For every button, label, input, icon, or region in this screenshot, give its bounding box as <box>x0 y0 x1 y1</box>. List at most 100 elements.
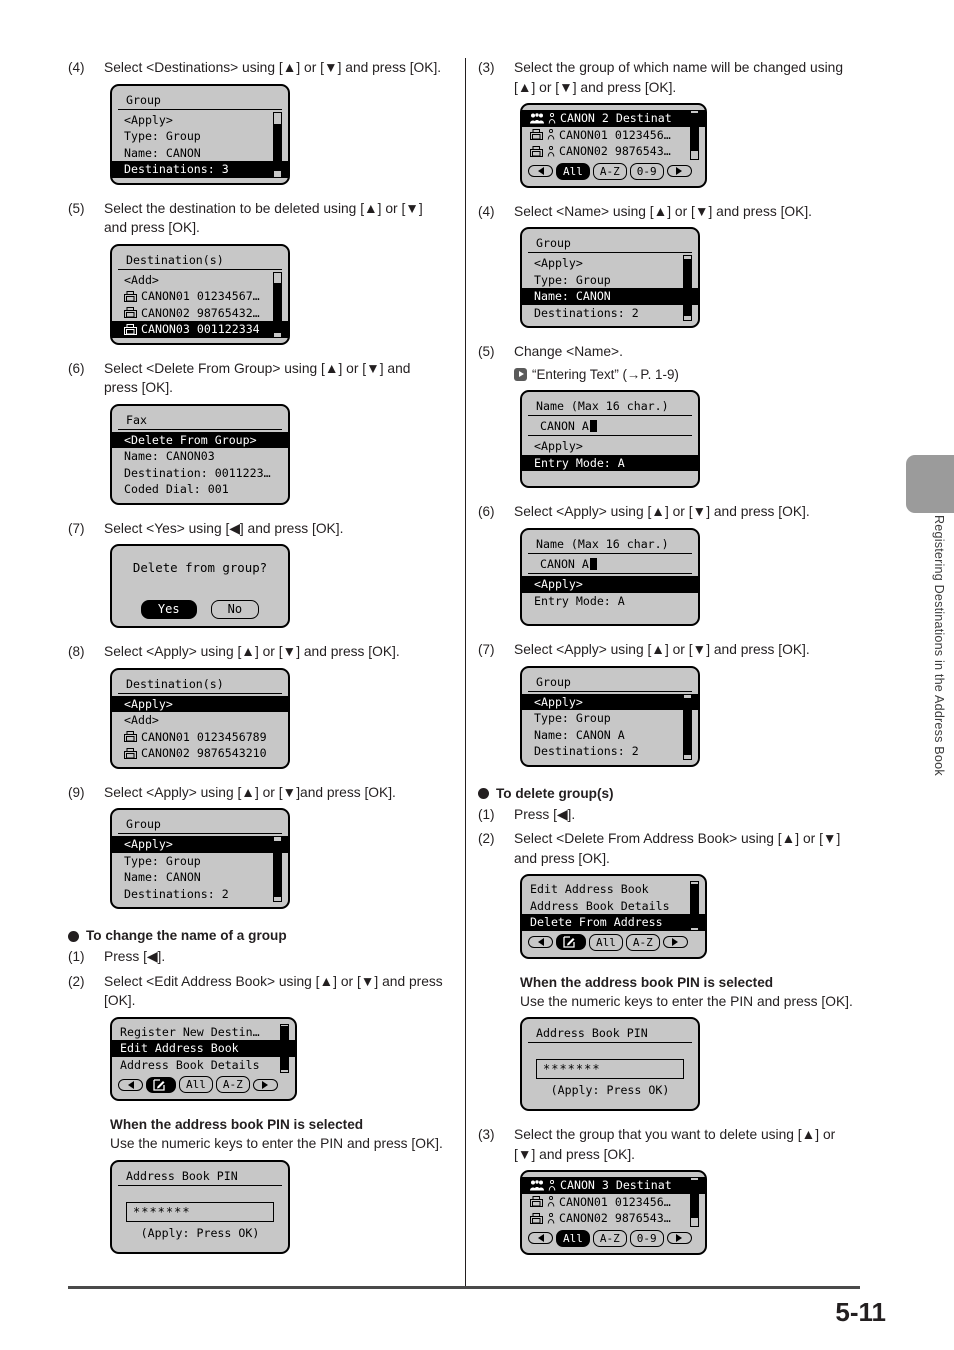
lcd-menu-item[interactable]: Destinations: 2 <box>522 743 698 760</box>
lcd-scrollbar-thumb[interactable] <box>274 282 281 333</box>
lcd-scrollbar[interactable] <box>273 271 282 338</box>
lcd-menu-item[interactable]: CANON03 001122334 <box>112 321 288 338</box>
lcd-scrollbar[interactable] <box>273 836 282 902</box>
softkey-a-z[interactable]: A-Z <box>625 933 660 951</box>
lcd-menu-item[interactable]: CANON02 98765432… <box>112 305 288 322</box>
lcd-screen: Destination(s) <Add> CANON01 01234567… CANO… <box>110 243 290 345</box>
softkey-a-z[interactable]: A-Z <box>592 162 627 180</box>
lcd-menu-item[interactable]: CANON02 9876543210 <box>112 745 288 762</box>
softkey-all[interactable]: All <box>179 1076 213 1093</box>
softkey-left-arrow-icon[interactable] <box>528 1232 553 1244</box>
lcd-menu-item[interactable]: Delete From Address <box>522 914 705 931</box>
lcd-scrollbar-thumb[interactable] <box>281 1026 288 1071</box>
lcd-scrollbar-thumb[interactable] <box>691 883 698 928</box>
lcd-menu-item[interactable]: <Add> <box>112 712 288 729</box>
lcd-title: Name (Max 16 char.) <box>528 398 692 416</box>
step-number: (6) <box>68 360 85 376</box>
lcd-menu-item[interactable]: <Apply> <box>112 112 288 129</box>
pin-input[interactable]: ******* <box>126 1201 274 1222</box>
lcd-menu-item[interactable]: <Delete From Group> <box>112 431 288 448</box>
softkey-left-arrow-icon[interactable] <box>528 165 553 177</box>
lcd-menu-item[interactable]: Destinations: 3 <box>112 161 288 178</box>
lcd-menu-item[interactable]: Type: Group <box>522 272 698 289</box>
lcd-menu-item[interactable]: Entry Mode: A <box>522 593 698 610</box>
lcd-menu-item-label: <Apply> <box>534 439 583 453</box>
softkey-edit-icon[interactable] <box>146 1076 176 1093</box>
softkey-left-arrow-icon[interactable] <box>528 936 553 948</box>
pin-input[interactable]: ******* <box>536 1059 684 1079</box>
lcd-scrollbar-thumb[interactable] <box>691 1179 698 1218</box>
lcd-menu-item[interactable]: CANON01 01234567… <box>112 288 288 305</box>
lcd-menu-item[interactable]: Name: CANON A <box>522 727 698 744</box>
lcd-menu-item[interactable]: <Apply> <box>522 255 698 272</box>
lcd-scrollbar-thumb[interactable] <box>274 840 281 898</box>
lcd-menu-item[interactable]: Name: CANON <box>112 869 288 886</box>
softkey-all[interactable]: All <box>589 933 623 951</box>
lcd-menu-item[interactable]: <Apply> <box>112 695 288 712</box>
person-icon <box>548 112 556 124</box>
softkey-all[interactable]: All <box>556 162 590 180</box>
lcd-menu-item[interactable]: Type: Group <box>112 853 288 870</box>
dialog-button-yes[interactable]: Yes <box>140 600 197 619</box>
cross-reference[interactable]: “Entering Text” (→P. 1-9) <box>514 365 856 384</box>
lcd-title: Group <box>118 92 282 110</box>
softkey-all[interactable]: All <box>556 1229 590 1247</box>
lcd-scrollbar[interactable] <box>683 255 692 321</box>
lcd-menu-item[interactable]: Name: CANON <box>522 288 698 305</box>
left-step: (7) Select <Yes> using [◀] and press [OK]… <box>68 519 446 539</box>
lcd-scrollbar-thumb[interactable] <box>684 258 691 317</box>
lcd-menu-item[interactable]: Register New Destin… <box>112 1024 295 1041</box>
lcd-menu-item[interactable]: Edit Address Book <box>522 881 705 898</box>
softkey-right-arrow-icon[interactable] <box>666 165 692 177</box>
dialog-button-no[interactable]: No <box>210 600 260 619</box>
step-text: Change <Name>. <box>514 344 623 359</box>
lcd-scrollbar-thumb[interactable] <box>274 124 281 172</box>
lcd-scrollbar[interactable] <box>690 881 699 931</box>
softkey-right-arrow-icon[interactable] <box>252 1078 278 1091</box>
lcd-menu-item[interactable]: <Add> <box>112 272 288 289</box>
lcd-menu-item[interactable]: CANON 3 Destinat <box>522 1177 705 1194</box>
text-entry-value[interactable]: CANON A <box>528 556 692 574</box>
lcd-scrollbar-thumb[interactable] <box>691 112 698 151</box>
lcd-menu-item[interactable]: Type: Group <box>522 710 698 727</box>
lcd-scrollbar[interactable] <box>690 1177 699 1227</box>
lcd-scrollbar[interactable] <box>280 1023 289 1073</box>
softkey-a-z[interactable]: A-Z <box>215 1076 250 1093</box>
lcd-menu-item[interactable]: Edit Address Book <box>112 1040 295 1057</box>
lcd-menu-item[interactable]: Entry Mode: A <box>522 454 698 471</box>
lcd-menu-item[interactable]: <Apply> <box>522 693 698 710</box>
lcd-menu-item[interactable]: <Apply> <box>112 836 288 853</box>
softkey-a-z[interactable]: A-Z <box>592 1229 627 1247</box>
text-entry-value[interactable]: CANON A <box>528 418 692 436</box>
lcd-menu-item-label: Entry Mode: A <box>534 593 625 608</box>
lcd-menu-item[interactable]: Name: CANON03 <box>112 448 288 465</box>
lcd-menu-item[interactable]: Address Book Details <box>112 1057 295 1074</box>
lcd-menu-item[interactable]: CANON01 0123456… <box>522 127 705 144</box>
lcd-menu-item[interactable]: Address Book Details <box>522 898 705 915</box>
lcd-menu-item[interactable]: Coded Dial: 001 <box>112 481 288 498</box>
softkey-right-arrow-icon[interactable] <box>662 936 688 948</box>
softkey-edit-icon[interactable] <box>556 934 586 950</box>
lcd-scrollbar[interactable] <box>690 110 699 160</box>
lcd-menu-item[interactable]: CANON02 9876543… <box>522 1210 705 1227</box>
lcd-menu-item[interactable]: CANON01 0123456789 <box>112 729 288 746</box>
fax-icon <box>530 1212 543 1224</box>
lcd-scrollbar[interactable] <box>683 693 692 760</box>
lcd-menu-item[interactable]: CANON01 0123456… <box>522 1194 705 1211</box>
lcd-menu-item[interactable]: CANON02 9876543… <box>522 143 705 160</box>
lcd-menu-item[interactable]: Destination: 0011223… <box>112 465 288 482</box>
lcd-menu-item[interactable]: Name: CANON <box>112 145 288 162</box>
lcd-menu-item[interactable]: Destinations: 2 <box>522 305 698 322</box>
lcd-menu-item[interactable]: <Apply> <box>522 576 698 593</box>
lcd-scrollbar-thumb[interactable] <box>684 698 691 755</box>
lcd-menu-item[interactable]: <Apply> <box>522 438 698 455</box>
softkey-0-9[interactable]: 0-9 <box>629 162 664 180</box>
softkey-left-arrow-icon[interactable] <box>118 1078 143 1091</box>
lcd-scrollbar[interactable] <box>273 111 282 178</box>
pin-note-text: Use the numeric keys to enter the PIN an… <box>520 993 853 1009</box>
lcd-menu-item[interactable]: CANON 2 Destinat <box>522 110 705 127</box>
lcd-menu-item[interactable]: Destinations: 2 <box>112 886 288 903</box>
softkey-right-arrow-icon[interactable] <box>666 1232 692 1244</box>
lcd-menu-item[interactable]: Type: Group <box>112 128 288 145</box>
softkey-0-9[interactable]: 0-9 <box>629 1229 664 1247</box>
